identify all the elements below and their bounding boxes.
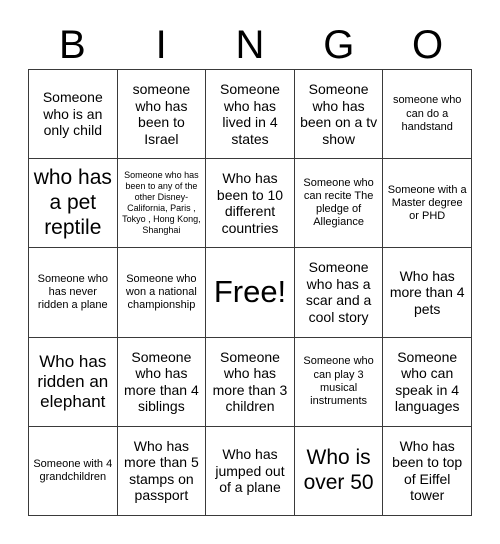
- bingo-cell-text: Someone who has more than 4 siblings: [124, 348, 199, 415]
- bingo-free-label: Free!: [213, 274, 287, 310]
- bingo-cell-text: Someone who is an only child: [42, 89, 103, 139]
- bingo-cell-text: someone who can do a handstand: [392, 94, 462, 133]
- bingo-cell-i5[interactable]: Who has more than 5 stamps on passport: [117, 426, 207, 516]
- bingo-cell-b3[interactable]: Someone who has never ridden a plane: [29, 248, 118, 338]
- bingo-cell-g3[interactable]: Someone who has a scar and a cool story: [294, 248, 384, 338]
- bingo-cell-n5[interactable]: Who has jumped out of a plane: [206, 426, 295, 516]
- bingo-header-letter-i: I: [155, 22, 167, 67]
- bingo-cell-text: Someone with 4 grandchildren: [33, 457, 113, 483]
- bingo-cell-text: someone who has been to Israel: [132, 81, 191, 147]
- bingo-cell-g2[interactable]: Someone who can recite The pledge of All…: [294, 159, 384, 249]
- bingo-cell-text: Someone who has lived in 4 states: [220, 81, 280, 147]
- bingo-header-letter-o: O: [412, 22, 444, 67]
- bingo-cell-text: Who has more than 5 stamps on passport: [124, 437, 199, 504]
- bingo-cell-text: Who has been to top of Eiffel tower: [392, 437, 463, 504]
- bingo-cell-i1[interactable]: someone who has been to Israel: [117, 70, 207, 160]
- bingo-header: B I N G O: [28, 20, 472, 69]
- bingo-cell-b2[interactable]: who has a pet reptile: [29, 159, 118, 249]
- bingo-cell-text: Who has ridden an elephant: [37, 351, 109, 411]
- bingo-header-letter-n: N: [235, 22, 265, 67]
- bingo-cell-i3[interactable]: Someone who won a national championship: [117, 248, 207, 338]
- bingo-cell-text: Someone who has a scar and a cool story: [305, 259, 372, 325]
- bingo-cell-o4[interactable]: Someone who can speak in 4 languages: [383, 337, 472, 427]
- bingo-header-letter-b: B: [59, 22, 86, 67]
- bingo-cell-i2[interactable]: Someone who has been to any of the other…: [117, 159, 207, 249]
- bingo-cell-text: Someone who has never ridden a plane: [37, 272, 108, 312]
- bingo-cell-n1[interactable]: Someone who has lived in 4 states: [206, 70, 295, 160]
- bingo-cell-text: Someone who has more than 3 children: [212, 348, 288, 415]
- bingo-grid: Someone who is an only child someone who…: [28, 69, 472, 516]
- bingo-cell-text: Someone who won a national championship: [125, 272, 197, 312]
- bingo-cell-i4[interactable]: Someone who has more than 4 siblings: [117, 337, 207, 427]
- bingo-cell-b4[interactable]: Who has ridden an elephant: [29, 337, 118, 427]
- bingo-cell-text: who has a pet reptile: [33, 166, 112, 239]
- bingo-cell-b1[interactable]: Someone who is an only child: [29, 70, 118, 160]
- bingo-header-letter-g: G: [323, 22, 355, 67]
- bingo-cell-text: Someone who has been on a tv show: [300, 81, 378, 147]
- bingo-cell-g4[interactable]: Someone who can play 3 musical instrumen…: [294, 337, 384, 427]
- bingo-cell-n4[interactable]: Someone who has more than 3 children: [206, 337, 295, 427]
- bingo-cell-text: Who has more than 4 pets: [389, 267, 465, 317]
- bingo-cell-text: Someone who has been to any of the other…: [122, 170, 201, 236]
- bingo-cell-g5[interactable]: Who is over 50: [294, 426, 384, 516]
- bingo-cell-o2[interactable]: Someone with a Master degree or PHD: [383, 159, 472, 249]
- bingo-cell-text: Someone with a Master degree or PHD: [387, 183, 467, 222]
- bingo-cell-text: Someone who can speak in 4 languages: [394, 348, 460, 415]
- bingo-cell-text: Who is over 50: [303, 446, 374, 494]
- bingo-cell-text: Someone who can play 3 musical instrumen…: [303, 355, 374, 407]
- bingo-cell-text: Someone who can recite The pledge of All…: [303, 176, 374, 229]
- bingo-cell-o3[interactable]: Who has more than 4 pets: [383, 248, 472, 338]
- bingo-cell-o1[interactable]: someone who can do a handstand: [383, 70, 472, 160]
- bingo-cell-text: Who has been to 10 different countries: [216, 170, 284, 236]
- bingo-cell-b5[interactable]: Someone with 4 grandchildren: [29, 426, 118, 516]
- bingo-cell-n2[interactable]: Who has been to 10 different countries: [206, 159, 295, 249]
- bingo-cell-o5[interactable]: Who has been to top of Eiffel tower: [383, 426, 472, 516]
- bingo-cell-free[interactable]: Free!: [206, 248, 295, 338]
- bingo-cell-g1[interactable]: Someone who has been on a tv show: [294, 70, 384, 160]
- bingo-cell-text: Who has jumped out of a plane: [215, 446, 285, 496]
- bingo-card: B I N G O Someone who is an only child s…: [0, 0, 500, 544]
